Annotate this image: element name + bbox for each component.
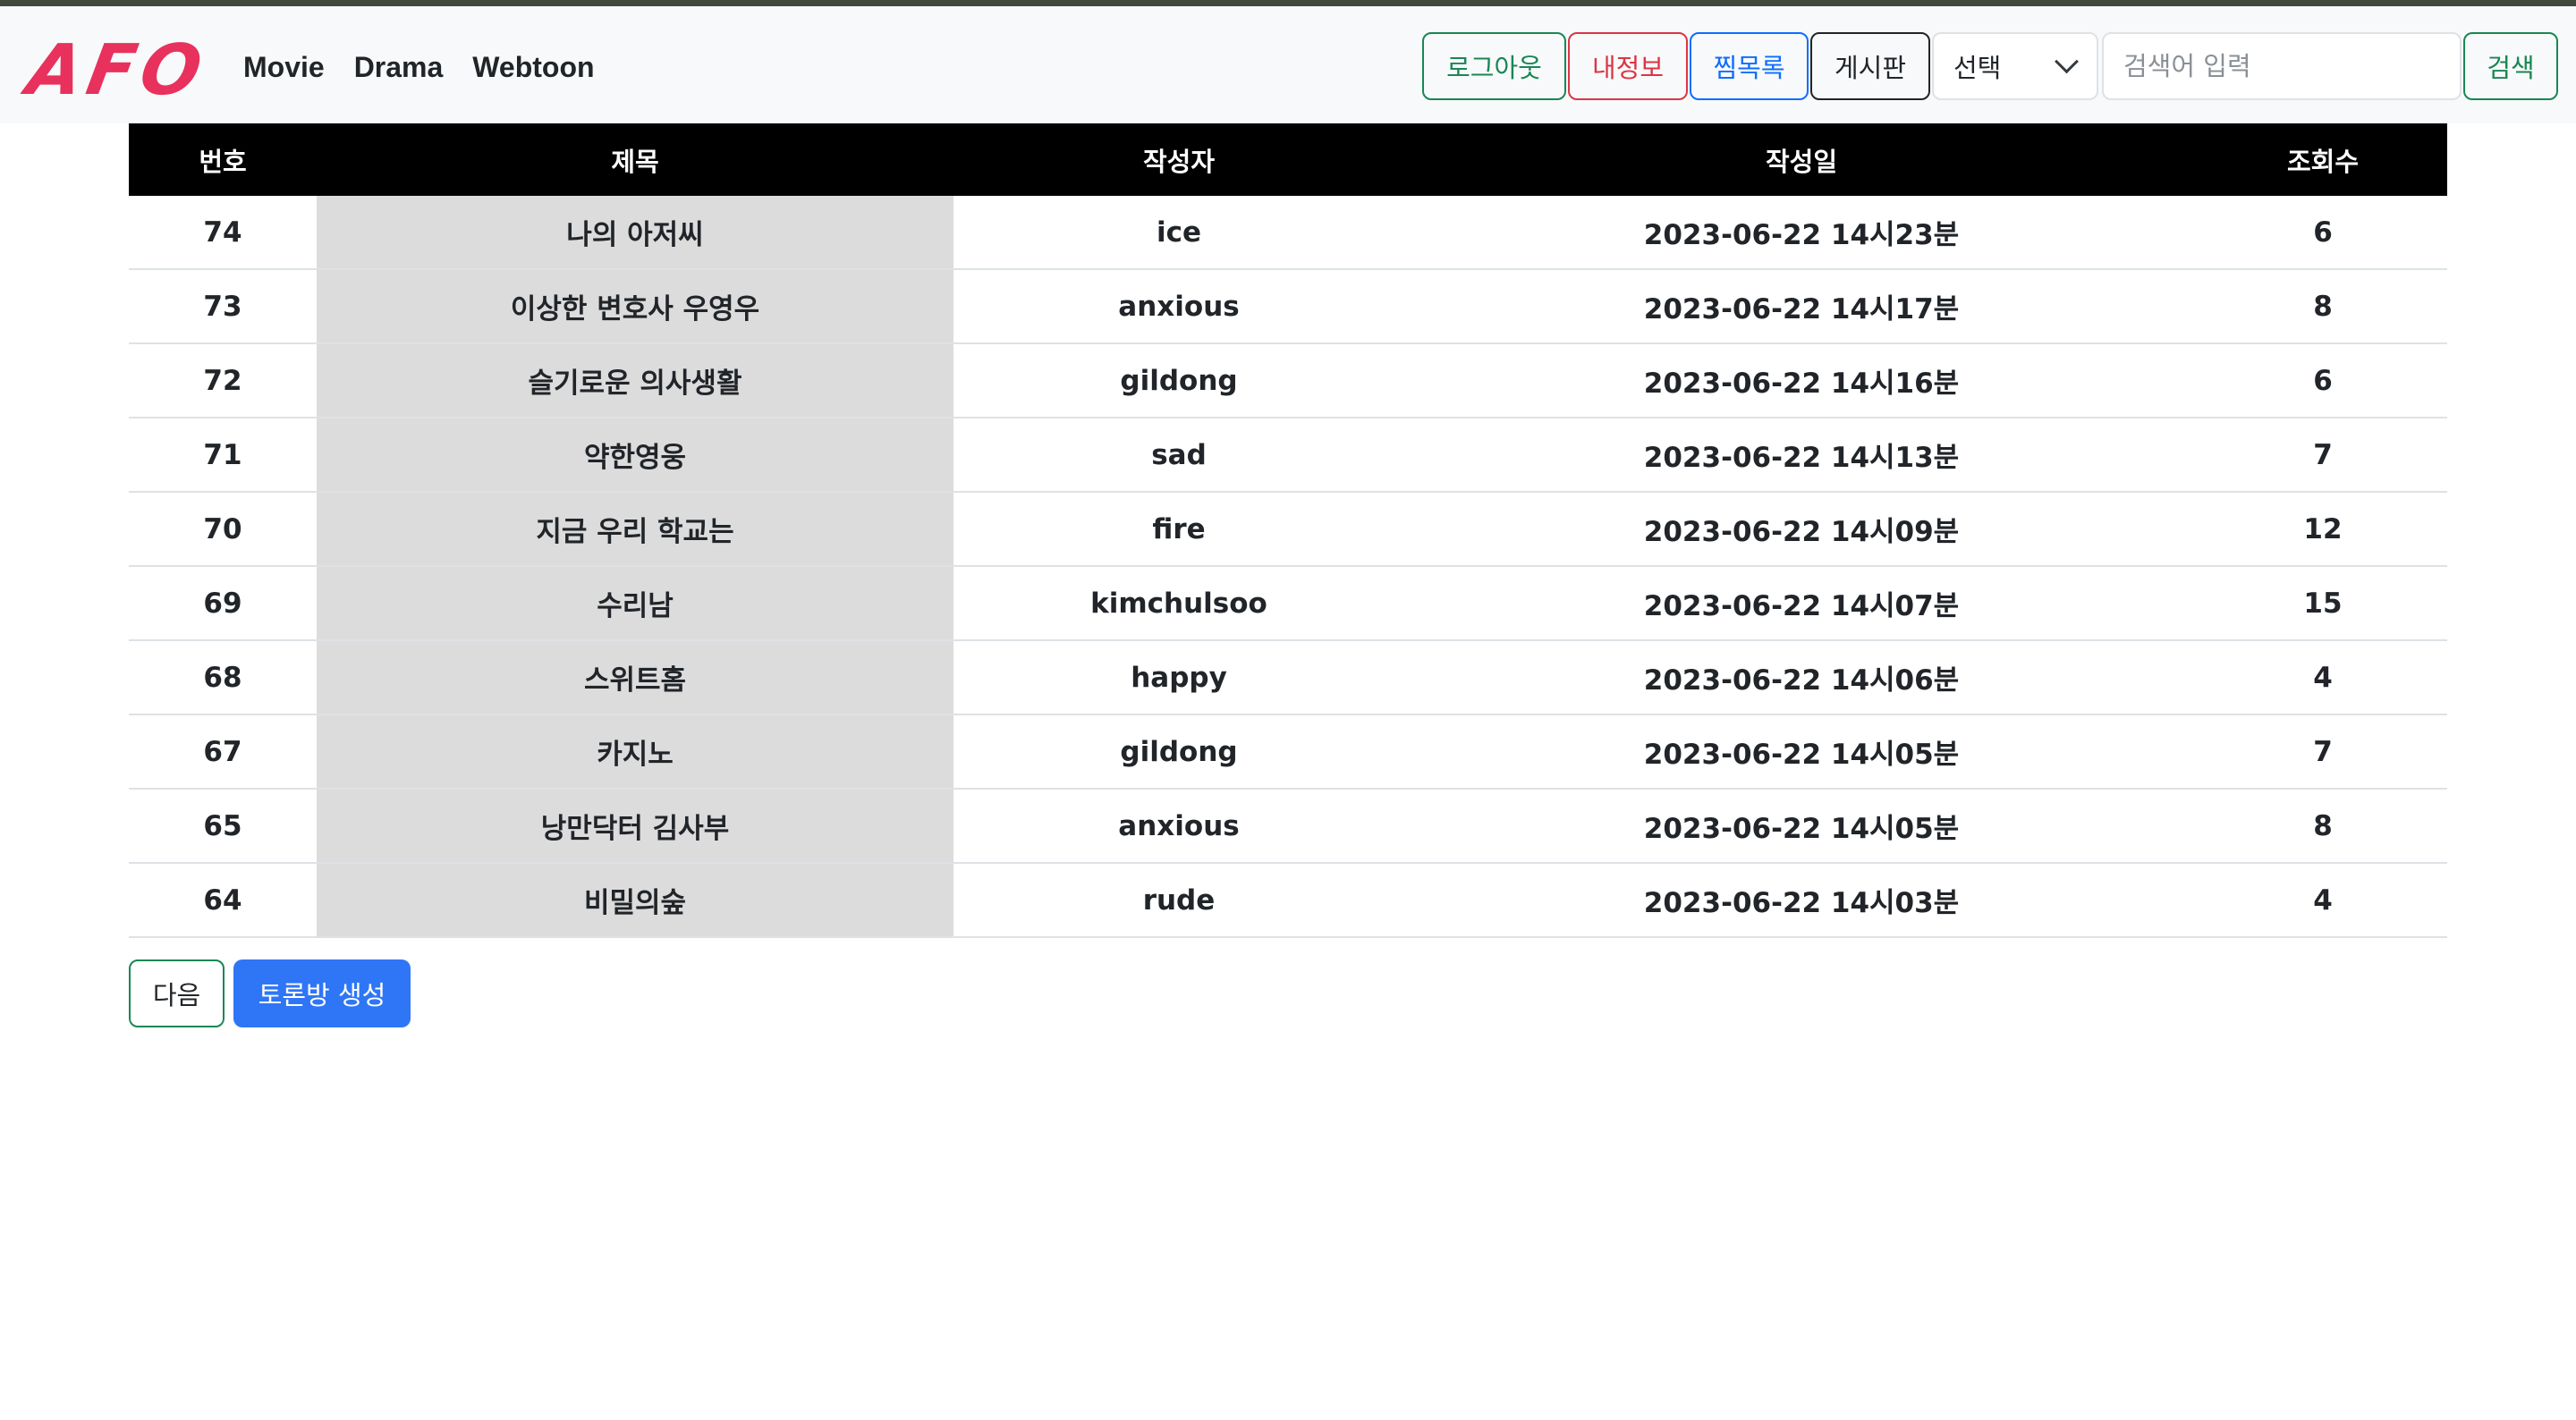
table-row[interactable]: 72 슬기로운 의사생활 gildong 2023-06-22 14시16분 6 <box>129 343 2447 418</box>
post-title-link[interactable]: 비밀의숲 <box>584 887 686 919</box>
main-nav: Movie Drama Webtoon <box>243 49 595 85</box>
chevron-down-icon <box>2055 48 2079 73</box>
column-header-views: 조회수 <box>2199 123 2447 196</box>
post-number: 72 <box>129 343 317 418</box>
post-title-cell: 카지노 <box>317 714 953 790</box>
table-row[interactable]: 73 이상한 변호사 우영우 anxious 2023-06-22 14시17분… <box>129 269 2447 344</box>
post-title-link[interactable]: 지금 우리 학교는 <box>536 516 733 548</box>
post-views: 7 <box>2199 714 2447 790</box>
table-row[interactable]: 64 비밀의숲 rude 2023-06-22 14시03분 4 <box>129 863 2447 938</box>
post-author: gildong <box>953 343 1404 418</box>
post-number: 65 <box>129 789 317 864</box>
post-date: 2023-06-22 14시05분 <box>1404 789 2199 864</box>
column-header-author: 작성자 <box>953 123 1404 196</box>
post-author: anxious <box>953 789 1404 864</box>
logout-button[interactable]: 로그아웃 <box>1422 32 1566 100</box>
post-author: sad <box>953 418 1404 493</box>
search-category-value: 선택 <box>1953 53 2002 83</box>
post-title-cell: 스위트홈 <box>317 640 953 715</box>
table-header: 번호 제목 작성자 작성일 조회수 <box>129 123 2447 196</box>
post-author: anxious <box>953 269 1404 344</box>
nav-link-drama[interactable]: Drama <box>354 49 444 85</box>
post-number: 71 <box>129 418 317 493</box>
post-number: 67 <box>129 714 317 790</box>
post-author: gildong <box>953 714 1404 790</box>
table-row[interactable]: 69 수리남 kimchulsoo 2023-06-22 14시07분 15 <box>129 566 2447 641</box>
post-title-cell: 슬기로운 의사생활 <box>317 343 953 418</box>
post-title-cell: 수리남 <box>317 566 953 641</box>
post-title-link[interactable]: 이상한 변호사 우영우 <box>511 293 759 325</box>
column-header-title: 제목 <box>317 123 953 196</box>
post-date: 2023-06-22 14시13분 <box>1404 418 2199 493</box>
post-views: 4 <box>2199 640 2447 715</box>
post-author: kimchulsoo <box>953 566 1404 641</box>
post-number: 73 <box>129 269 317 344</box>
table-body: 74 나의 아저씨 ice 2023-06-22 14시23분 6 73 이상한… <box>129 196 2447 938</box>
post-title-link[interactable]: 약한영웅 <box>584 442 686 474</box>
search-button[interactable]: 검색 <box>2463 32 2558 100</box>
nav-link-webtoon[interactable]: Webtoon <box>472 49 594 85</box>
post-title-link[interactable]: 슬기로운 의사생활 <box>529 368 742 400</box>
post-date: 2023-06-22 14시09분 <box>1404 492 2199 567</box>
post-views: 15 <box>2199 566 2447 641</box>
post-title-cell: 비밀의숲 <box>317 863 953 938</box>
board-table: 번호 제목 작성자 작성일 조회수 74 나의 아저씨 ice 2023-06-… <box>129 123 2447 938</box>
post-date: 2023-06-22 14시03분 <box>1404 863 2199 938</box>
post-author: fire <box>953 492 1404 567</box>
board-button[interactable]: 게시판 <box>1810 32 1930 100</box>
wishlist-button[interactable]: 찜목록 <box>1690 32 1809 100</box>
column-header-number: 번호 <box>129 123 317 196</box>
post-number: 64 <box>129 863 317 938</box>
column-header-date: 작성일 <box>1404 123 2199 196</box>
post-date: 2023-06-22 14시23분 <box>1404 196 2199 270</box>
post-title-link[interactable]: 낭만닥터 김사부 <box>541 813 729 845</box>
post-number: 69 <box>129 566 317 641</box>
post-views: 7 <box>2199 418 2447 493</box>
post-date: 2023-06-22 14시16분 <box>1404 343 2199 418</box>
create-discussion-button[interactable]: 토론방 생성 <box>233 959 411 1027</box>
post-views: 12 <box>2199 492 2447 567</box>
toolbar: 로그아웃 내정보 찜목록 게시판 선택 검색 <box>1422 32 2558 100</box>
post-date: 2023-06-22 14시07분 <box>1404 566 2199 641</box>
post-title-cell: 낭만닥터 김사부 <box>317 789 953 864</box>
table-row[interactable]: 70 지금 우리 학교는 fire 2023-06-22 14시09분 12 <box>129 492 2447 567</box>
table-row[interactable]: 71 약한영웅 sad 2023-06-22 14시13분 7 <box>129 418 2447 493</box>
post-date: 2023-06-22 14시06분 <box>1404 640 2199 715</box>
window-top-strip <box>0 0 2576 6</box>
search-category-select[interactable]: 선택 <box>1932 32 2098 100</box>
post-title-link[interactable]: 나의 아저씨 <box>566 219 703 251</box>
post-title-cell: 지금 우리 학교는 <box>317 492 953 567</box>
search-input[interactable] <box>2102 32 2462 100</box>
post-author: rude <box>953 863 1404 938</box>
post-views: 6 <box>2199 196 2447 270</box>
post-title-link[interactable]: 수리남 <box>597 590 674 622</box>
post-author: ice <box>953 196 1404 270</box>
post-title-link[interactable]: 카지노 <box>597 739 674 771</box>
next-page-button[interactable]: 다음 <box>129 959 225 1027</box>
post-views: 6 <box>2199 343 2447 418</box>
brand-logo[interactable]: AFO <box>21 26 214 115</box>
post-number: 74 <box>129 196 317 270</box>
table-row[interactable]: 68 스위트홈 happy 2023-06-22 14시06분 4 <box>129 640 2447 715</box>
nav-link-movie[interactable]: Movie <box>243 49 325 85</box>
table-row[interactable]: 67 카지노 gildong 2023-06-22 14시05분 7 <box>129 714 2447 790</box>
post-number: 70 <box>129 492 317 567</box>
post-title-cell: 나의 아저씨 <box>317 196 953 270</box>
post-title-cell: 약한영웅 <box>317 418 953 493</box>
post-views: 8 <box>2199 269 2447 344</box>
post-date: 2023-06-22 14시17분 <box>1404 269 2199 344</box>
post-title-cell: 이상한 변호사 우영우 <box>317 269 953 344</box>
table-row[interactable]: 65 낭만닥터 김사부 anxious 2023-06-22 14시05분 8 <box>129 789 2447 864</box>
my-info-button[interactable]: 내정보 <box>1568 32 1688 100</box>
post-views: 8 <box>2199 789 2447 864</box>
pagination-actions: 다음 토론방 생성 <box>129 959 411 1027</box>
post-date: 2023-06-22 14시05분 <box>1404 714 2199 790</box>
table-row[interactable]: 74 나의 아저씨 ice 2023-06-22 14시23분 6 <box>129 196 2447 270</box>
post-number: 68 <box>129 640 317 715</box>
post-title-link[interactable]: 스위트홈 <box>584 664 686 697</box>
navbar: AFO Movie Drama Webtoon 로그아웃 내정보 찜목록 게시판… <box>0 6 2576 123</box>
post-author: happy <box>953 640 1404 715</box>
post-views: 4 <box>2199 863 2447 938</box>
